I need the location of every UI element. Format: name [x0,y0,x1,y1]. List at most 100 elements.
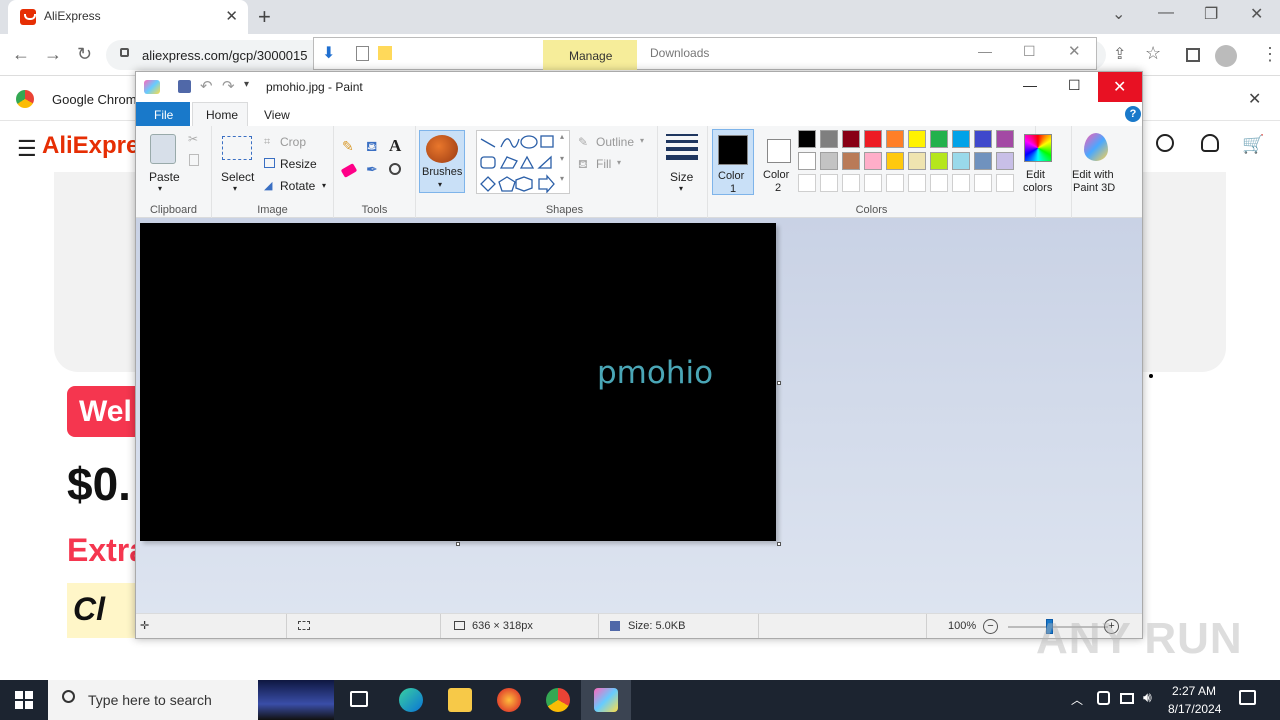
forward-icon[interactable]: → [44,44,62,65]
zoom-out-button[interactable]: − [983,619,998,634]
folder-icon[interactable] [378,46,392,60]
tab-view[interactable]: View [264,108,290,122]
firefox-icon[interactable] [497,688,521,712]
clock-date[interactable]: 8/17/2024 [1168,702,1221,716]
palette-swatch[interactable] [974,174,992,192]
crop-button[interactable]: Crop [280,135,306,149]
clock-time[interactable]: 2:27 AM [1172,684,1216,698]
browser-tab-aliexpress[interactable]: AliExpress ✕ [8,0,248,34]
windows-start-icon[interactable] [15,691,33,709]
palette-swatch[interactable] [974,152,992,170]
paint-maximize-button[interactable]: ☐ [1068,77,1081,94]
bookmark-star-icon[interactable]: ☆ [1145,43,1161,64]
account-icon[interactable] [1201,134,1219,152]
fill-icon[interactable]: ⛾ [578,157,588,173]
shapes-expand-icon[interactable]: ▾ [560,174,564,183]
file-explorer-icon[interactable] [448,688,472,712]
paint3d-icon[interactable] [1084,133,1108,161]
cut-icon[interactable]: ✂ [188,132,198,146]
tray-chevron-icon[interactable]: ︿ [1071,691,1083,708]
rotate-dropdown-icon[interactable]: ▾ [322,181,326,190]
paste-button[interactable]: Paste [149,170,180,184]
fill-dropdown-icon[interactable]: ▾ [617,158,621,167]
palette-swatch[interactable] [886,152,904,170]
edit-colors-icon[interactable] [1024,134,1052,162]
menu-dots-icon[interactable]: ⋮ [1261,44,1279,65]
paint-taskbar-button[interactable] [581,680,631,720]
size-button[interactable]: Size [670,170,693,184]
palette-swatch[interactable] [974,130,992,148]
palette-swatch[interactable] [820,174,838,192]
properties-icon[interactable] [356,46,369,61]
color1-button[interactable]: Color 1 [712,129,754,195]
palette-swatch[interactable] [930,152,948,170]
cart-icon[interactable]: 🛒 [1242,134,1264,155]
crop-icon[interactable]: ⌗ [264,136,270,149]
palette-swatch[interactable] [820,152,838,170]
minimize-button[interactable]: — [1158,4,1174,22]
paste-dropdown-icon[interactable]: ▾ [158,184,162,193]
help-icon[interactable]: ? [1125,106,1141,122]
palette-swatch[interactable] [798,174,816,192]
volume-icon[interactable]: 🔊︎ [1143,689,1152,706]
resize-handle-corner[interactable] [777,542,781,546]
downloads-close-button[interactable]: ✕ [1068,42,1081,60]
palette-swatch[interactable] [930,130,948,148]
rotate-button[interactable]: Rotate [280,179,315,193]
palette-swatch[interactable] [952,174,970,192]
quick-access-dropdown-icon[interactable]: ▾ [244,79,249,90]
redo-icon[interactable]: ↷ [222,77,235,95]
profile-avatar[interactable] [1215,45,1237,67]
palette-swatch[interactable] [930,174,948,192]
infobar-close-icon[interactable]: ✕ [1248,89,1261,109]
shapes-scroll-up-icon[interactable]: ▴ [560,132,564,141]
select-icon[interactable] [222,136,252,160]
tab-file[interactable]: File [136,102,190,126]
paint-minimize-button[interactable]: — [1023,77,1037,93]
palette-swatch[interactable] [886,130,904,148]
size-dropdown-icon[interactable]: ▾ [679,184,683,193]
task-view-icon[interactable] [350,691,368,707]
palette-swatch[interactable] [842,130,860,148]
notifications-icon[interactable] [1239,690,1256,705]
palette-swatch[interactable] [908,130,926,148]
tab-home[interactable]: Home [192,102,248,126]
resize-button[interactable]: Resize [280,157,317,171]
palette-swatch[interactable] [798,152,816,170]
palette-swatch[interactable] [820,130,838,148]
bookmark-google-chrome[interactable]: Google Chrom [52,92,137,107]
palette-swatch[interactable] [798,130,816,148]
paint3d-label-2[interactable]: Paint 3D [1073,182,1115,194]
color2-button[interactable]: Color 2 [758,129,800,195]
outline-dropdown-icon[interactable]: ▾ [640,136,644,145]
edge-icon[interactable] [399,688,423,712]
canvas-area[interactable]: pmohio [136,218,1142,613]
palette-swatch[interactable] [952,130,970,148]
fill-bucket-icon[interactable]: ⛾ [366,138,377,157]
paint3d-label[interactable]: Edit with [1072,169,1114,181]
image-canvas[interactable]: pmohio [140,223,776,541]
taskbar-search-box[interactable]: Type here to search [48,680,334,720]
palette-swatch[interactable] [842,152,860,170]
paint-close-button[interactable]: ✕ [1098,72,1142,102]
chrome-taskbar-icon[interactable] [546,688,570,712]
copy-icon[interactable] [189,154,199,166]
network-icon[interactable] [1120,693,1134,704]
side-panel-icon[interactable] [1186,48,1200,62]
restore-button[interactable]: ❐ [1204,4,1218,24]
pencil-icon[interactable]: ✎ [342,138,354,155]
palette-swatch[interactable] [842,174,860,192]
save-icon[interactable] [178,80,191,93]
search-icon[interactable] [1156,134,1174,152]
resize-handle-bottom[interactable] [456,542,460,546]
downloads-minimize-button[interactable]: — [978,43,992,59]
tray-security-icon[interactable] [1097,691,1110,705]
edit-colors-label-2[interactable]: colors [1023,182,1052,194]
palette-swatch[interactable] [996,174,1014,192]
palette-swatch[interactable] [908,152,926,170]
share-icon[interactable]: ⇪ [1113,44,1126,64]
shapes-scroll-down-icon[interactable]: ▾ [560,154,564,163]
downloads-maximize-button[interactable]: ☐ [1023,43,1036,60]
palette-swatch[interactable] [864,130,882,148]
palette-swatch[interactable] [864,174,882,192]
